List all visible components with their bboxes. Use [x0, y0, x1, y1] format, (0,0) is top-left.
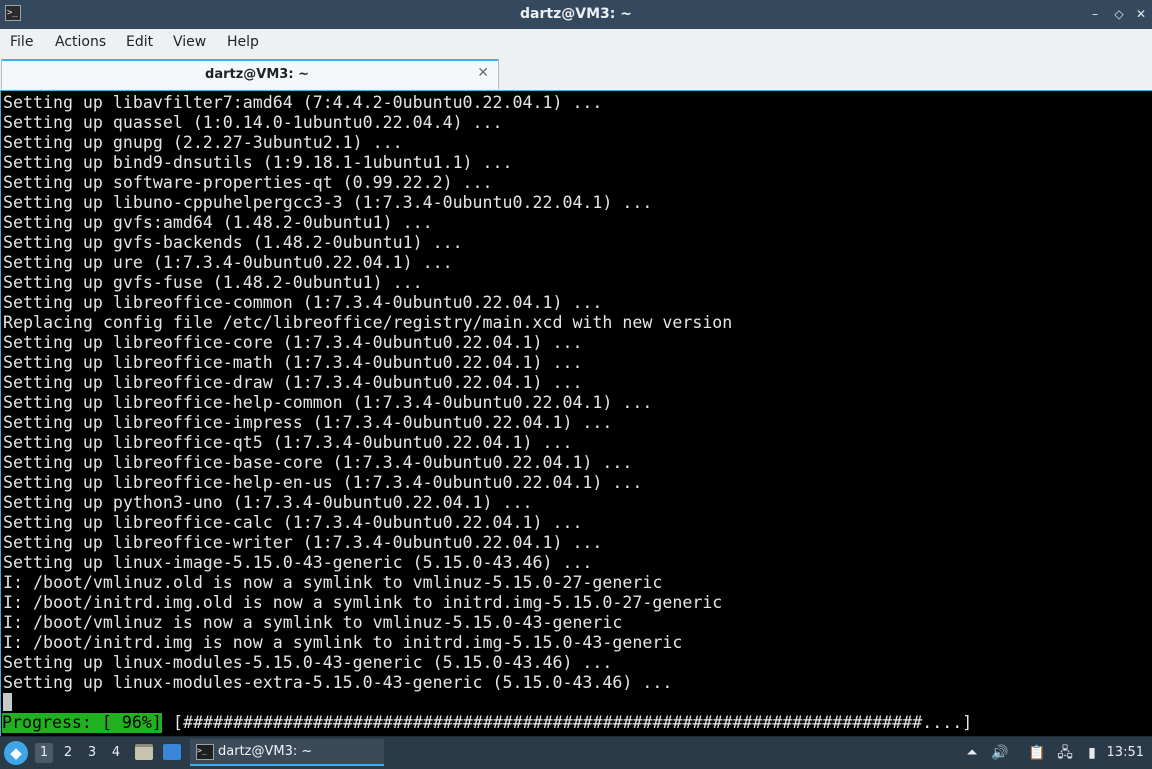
- terminal-line: Setting up libreoffice-common (1:7.3.4-0…: [3, 293, 603, 312]
- terminal-line: Setting up linux-modules-extra-5.15.0-43…: [3, 673, 673, 692]
- progress-label: Progress: [ 96%]: [2, 713, 162, 733]
- network-icon[interactable]: 🖧: [1055, 743, 1075, 763]
- terminal-line: Setting up ure (1:7.3.4-0ubuntu0.22.04.1…: [3, 253, 453, 272]
- terminal-line: Setting up libreoffice-qt5 (1:7.3.4-0ubu…: [3, 433, 573, 452]
- terminal-line: Setting up libreoffice-math (1:7.3.4-0ub…: [3, 353, 583, 372]
- terminal-line: Setting up libreoffice-core (1:7.3.4-0ub…: [3, 333, 583, 352]
- minimize-button[interactable]: –: [1086, 5, 1104, 23]
- terminal-line: Setting up libreoffice-writer (1:7.3.4-0…: [3, 533, 603, 552]
- terminal-line: Setting up libreoffice-base-core (1:7.3.…: [3, 453, 633, 472]
- menu-view[interactable]: View: [173, 34, 206, 50]
- terminal-line: Setting up bind9-dnsutils (1:9.18.1-1ubu…: [3, 153, 513, 172]
- show-desktop-icon[interactable]: [163, 744, 181, 760]
- menu-help[interactable]: Help: [227, 34, 259, 50]
- taskbar: ◆ 1 2 3 4 >_ dartz@VM3: ~ ⏶ 🔊 📋 🖧 ▮ 13:5…: [0, 736, 1152, 769]
- terminal-line: Setting up libreoffice-help-en-us (1:7.3…: [3, 473, 643, 492]
- file-manager-icon[interactable]: [135, 744, 153, 760]
- terminal-icon: >_: [196, 744, 214, 760]
- terminal-line: Setting up python3-uno (1:7.3.4-0ubuntu0…: [3, 493, 533, 512]
- workspace-4[interactable]: 4: [107, 743, 125, 763]
- terminal-line: Setting up gvfs:amd64 (1.48.2-0ubuntu1) …: [3, 213, 433, 232]
- terminal-line: Setting up libreoffice-help-common (1:7.…: [3, 393, 653, 412]
- terminal-line: Setting up libuno-cppuhelpergcc3-3 (1:7.…: [3, 193, 653, 212]
- menu-bar: File Actions Edit View Help: [0, 29, 1152, 58]
- terminal-line: I: /boot/initrd.img is now a symlink to …: [3, 633, 683, 652]
- volume-icon[interactable]: 🔊: [990, 743, 1010, 763]
- start-menu-icon[interactable]: ◆: [4, 741, 28, 765]
- terminal-line: Setting up gvfs-backends (1.48.2-0ubuntu…: [3, 233, 463, 252]
- maximize-button[interactable]: ◇: [1110, 5, 1128, 23]
- clock[interactable]: 13:51: [1107, 745, 1144, 760]
- terminal-line: I: /boot/vmlinuz.old is now a symlink to…: [3, 573, 663, 592]
- workspace-1[interactable]: 1: [35, 743, 53, 763]
- tab-terminal[interactable]: dartz@VM3: ~ ✕: [1, 59, 499, 89]
- tray-arrow-icon[interactable]: ⏶: [962, 743, 982, 763]
- terminal-line: Setting up linux-modules-5.15.0-43-gener…: [3, 653, 613, 672]
- tab-strip: dartz@VM3: ~ ✕: [0, 57, 1152, 90]
- terminal-line: I: /boot/vmlinuz is now a symlink to vml…: [3, 613, 623, 632]
- menu-edit[interactable]: Edit: [126, 34, 153, 50]
- terminal-line: Setting up software-properties-qt (0.99.…: [3, 173, 493, 192]
- workspace-2[interactable]: 2: [59, 743, 77, 763]
- tab-close-icon[interactable]: ✕: [477, 65, 489, 81]
- terminal-line: Setting up linux-image-5.15.0-43-generic…: [3, 553, 593, 572]
- terminal-line: I: /boot/initrd.img.old is now a symlink…: [3, 593, 723, 612]
- progress-bar: [#######################################…: [173, 713, 973, 732]
- menu-file[interactable]: File: [10, 34, 33, 50]
- close-button[interactable]: ✕: [1132, 5, 1150, 23]
- workspace-3[interactable]: 3: [83, 743, 101, 763]
- terminal-line: Setting up libreoffice-impress (1:7.3.4-…: [3, 413, 613, 432]
- terminal-line: Setting up libavfilter7:amd64 (7:4.4.2-0…: [3, 93, 603, 112]
- terminal-line: Setting up gvfs-fuse (1.48.2-0ubuntu1) .…: [3, 273, 423, 292]
- taskbar-task-terminal[interactable]: >_ dartz@VM3: ~: [190, 739, 384, 766]
- window-title: dartz@VM3: ~: [520, 6, 632, 22]
- tab-label: dartz@VM3: ~: [205, 67, 309, 82]
- terminal-line: Setting up libreoffice-draw (1:7.3.4-0ub…: [3, 373, 583, 392]
- text-cursor: [3, 693, 12, 711]
- task-label: dartz@VM3: ~: [218, 744, 313, 759]
- menu-actions[interactable]: Actions: [55, 34, 106, 50]
- terminal-line: Setting up gnupg (2.2.27-3ubuntu2.1) ...: [3, 133, 403, 152]
- clipboard-icon[interactable]: 📋: [1027, 743, 1047, 763]
- window-titlebar[interactable]: >_ dartz@VM3: ~ – ◇ ✕: [0, 0, 1152, 29]
- battery-icon[interactable]: ▮: [1082, 743, 1102, 763]
- terminal-line: Setting up quassel (1:0.14.0-1ubuntu0.22…: [3, 113, 503, 132]
- terminal-output[interactable]: Setting up libavfilter7:amd64 (7:4.4.2-0…: [0, 90, 1152, 736]
- terminal-line: Replacing config file /etc/libreoffice/r…: [3, 313, 733, 332]
- terminal-line: Setting up libreoffice-calc (1:7.3.4-0ub…: [3, 513, 583, 532]
